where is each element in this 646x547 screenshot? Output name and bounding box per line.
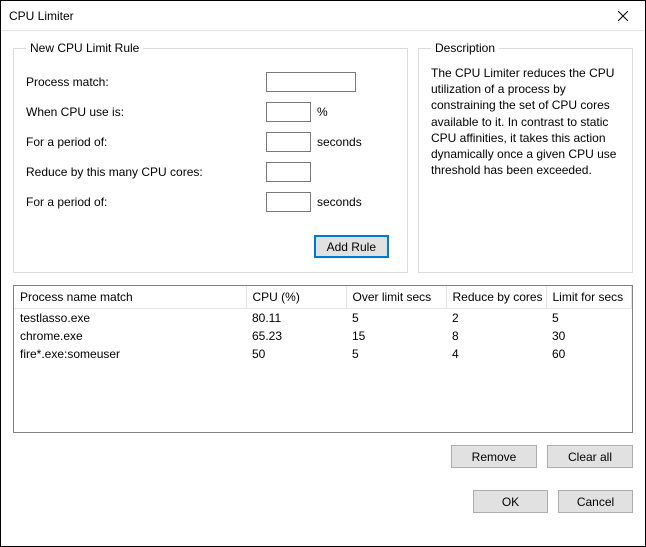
cell: 5	[346, 345, 446, 363]
rules-table-container: Process name match CPU (%) Over limit se…	[13, 285, 633, 433]
period2-input[interactable]	[266, 192, 311, 212]
table-actions: Remove Clear all	[13, 445, 633, 468]
when-cpu-label: When CPU use is:	[26, 105, 266, 119]
period1-unit: seconds	[317, 135, 362, 149]
period2-label: For a period of:	[26, 195, 266, 209]
cell: 5	[546, 309, 632, 328]
reduce-cores-input[interactable]	[266, 162, 311, 182]
col-cpu-pct[interactable]: CPU (%)	[246, 286, 346, 309]
cell: testlasso.exe	[14, 309, 246, 328]
group-new-rule: New CPU Limit Rule Process match: When C…	[13, 41, 408, 273]
period1-input[interactable]	[266, 132, 311, 152]
cell: 8	[446, 327, 546, 345]
ok-button[interactable]: OK	[473, 490, 548, 513]
rules-table: Process name match CPU (%) Over limit se…	[14, 286, 632, 363]
dialog-window: CPU Limiter New CPU Limit Rule Process m…	[0, 0, 646, 547]
group-new-rule-legend: New CPU Limit Rule	[26, 41, 143, 55]
cell: 4	[446, 345, 546, 363]
period1-label: For a period of:	[26, 135, 266, 149]
table-row[interactable]: fire*.exe:someuser 50 5 4 60	[14, 345, 632, 363]
close-button[interactable]	[600, 1, 645, 30]
add-rule-button[interactable]: Add Rule	[314, 235, 389, 258]
window-title: CPU Limiter	[9, 9, 74, 23]
cancel-button[interactable]: Cancel	[558, 490, 633, 513]
table-row[interactable]: testlasso.exe 80.11 5 2 5	[14, 309, 632, 328]
close-icon	[618, 11, 628, 21]
group-description: Description The CPU Limiter reduces the …	[418, 41, 633, 273]
col-process-name[interactable]: Process name match	[14, 286, 246, 309]
cell: 50	[246, 345, 346, 363]
period2-unit: seconds	[317, 195, 362, 209]
table-row[interactable]: chrome.exe 65.23 15 8 30	[14, 327, 632, 345]
cell: chrome.exe	[14, 327, 246, 345]
process-match-label: Process match:	[26, 75, 266, 89]
when-cpu-unit: %	[317, 105, 328, 119]
clear-all-button[interactable]: Clear all	[547, 445, 633, 468]
remove-button[interactable]: Remove	[451, 445, 537, 468]
cell: 30	[546, 327, 632, 345]
reduce-cores-label: Reduce by this many CPU cores:	[26, 165, 266, 179]
col-reduce-cores[interactable]: Reduce by cores	[446, 286, 546, 309]
titlebar: CPU Limiter	[1, 1, 645, 31]
col-over-limit[interactable]: Over limit secs	[346, 286, 446, 309]
cell: 15	[346, 327, 446, 345]
table-header-row: Process name match CPU (%) Over limit se…	[14, 286, 632, 309]
cell: 60	[546, 345, 632, 363]
cell: 65.23	[246, 327, 346, 345]
col-limit-secs[interactable]: Limit for secs	[546, 286, 632, 309]
cell: 80.11	[246, 309, 346, 328]
process-match-input[interactable]	[266, 72, 356, 92]
dialog-actions: OK Cancel	[13, 490, 633, 513]
when-cpu-input[interactable]	[266, 102, 311, 122]
dialog-content: New CPU Limit Rule Process match: When C…	[1, 31, 645, 546]
cell: fire*.exe:someuser	[14, 345, 246, 363]
group-description-legend: Description	[431, 41, 499, 55]
cell: 2	[446, 309, 546, 328]
cell: 5	[346, 309, 446, 328]
description-text: The CPU Limiter reduces the CPU utilizat…	[431, 65, 620, 178]
